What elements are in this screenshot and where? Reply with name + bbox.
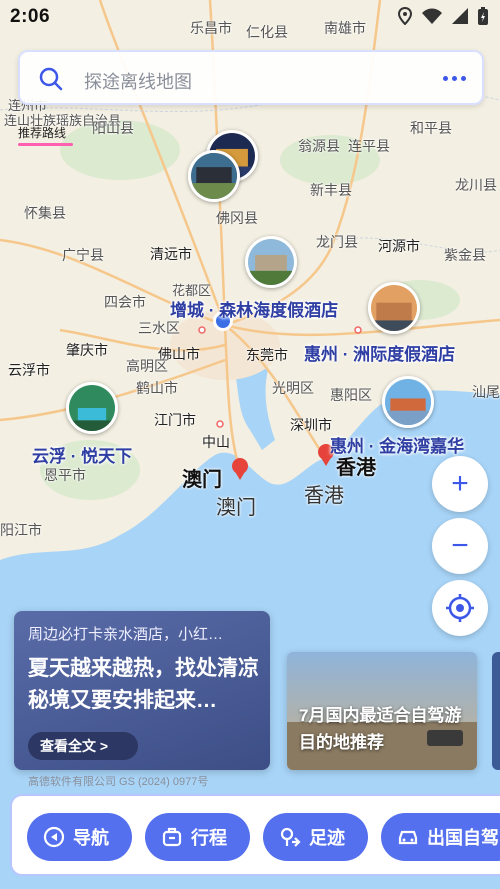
tab-recommended-routes[interactable]: 推荐路线 (18, 124, 73, 146)
city-label-macau-alt: 澳门 (216, 497, 256, 519)
map-label: 阳山县 (92, 120, 134, 136)
zoom-out-button[interactable]: − (432, 518, 488, 574)
map-label: 深圳市 (290, 417, 332, 433)
map-label: 龙川县 (455, 177, 497, 193)
article-card[interactable]: 周边必打卡亲水酒店，小红… 夏天越来越热，找处清凉秘境又要安排起来… 查看全文 … (14, 611, 270, 770)
map-label: 河源市 (378, 238, 420, 254)
map-label: 广宁县 (62, 247, 104, 263)
signal-icon (452, 8, 468, 24)
map-label: 四会市 (104, 294, 146, 310)
article-title: 夏天越来越热，找处清凉秘境又要安排起来… (28, 657, 259, 712)
footprint-button[interactable]: 足迹 (263, 813, 368, 861)
map-label: 东莞市 (246, 347, 288, 363)
city-label-hongkong-alt: 香港 (304, 485, 344, 507)
more-icon[interactable] (443, 76, 466, 81)
footprint-icon (280, 827, 301, 847)
map-label: 新丰县 (310, 182, 352, 198)
tab-label: 推荐路线 (18, 126, 67, 140)
map-label: 阳江市 (0, 522, 42, 538)
map-label: 清远市 (150, 246, 192, 262)
nav-label: 导航 (73, 828, 109, 848)
search-bar[interactable]: 探途离线地图 (18, 50, 484, 105)
map-label: 中山 (202, 434, 230, 450)
search-placeholder: 探途离线地图 (84, 72, 192, 92)
hotel-label[interactable]: 增城 · 森林海度假酒店 (170, 296, 338, 321)
car-icon (398, 830, 418, 845)
map-label: 乐昌市 (190, 20, 232, 36)
crosshair-icon (446, 594, 474, 622)
location-icon (398, 7, 412, 25)
article-card-2[interactable]: 7月国内最适合自驾游目的地推荐 (287, 652, 477, 770)
status-time: 2:06 (10, 6, 51, 27)
map-label: 龙门县 (316, 234, 358, 250)
hotel-label[interactable]: 惠州 · 金海湾嘉华 (330, 432, 464, 457)
map-label: 南雄市 (324, 20, 366, 36)
map-copyright: 高德软件有限公司 GS (2024) 0977号 (28, 776, 209, 788)
navigate-icon (43, 826, 65, 848)
trip-button[interactable]: 行程 (145, 813, 250, 861)
hotel-photo-marker[interactable] (368, 282, 420, 334)
map-label: 和平县 (410, 120, 452, 136)
map-label: 光明区 (272, 380, 314, 396)
map-label: 高明区 (126, 358, 168, 374)
footprint-label: 足迹 (309, 828, 345, 848)
map-label: 怀集县 (24, 205, 66, 221)
locate-button[interactable] (432, 580, 488, 636)
tab-indicator (18, 143, 73, 146)
status-icons (398, 7, 488, 25)
hotel-photo-marker[interactable] (188, 150, 240, 202)
hotel-photo-marker[interactable] (382, 376, 434, 428)
map-label: 汕尾 (472, 384, 500, 400)
map-label: 肇庆市 (66, 342, 108, 358)
search-icon (39, 67, 63, 91)
battery-icon (478, 7, 488, 25)
map-label: 连平县 (348, 138, 390, 154)
article-subtitle: 周边必打卡亲水酒店，小红… (28, 626, 224, 643)
city-label-macau: 澳门 (182, 469, 222, 491)
bottom-nav: 导航 行程 足迹 出国自驾 (10, 794, 500, 876)
map-label: 江门市 (154, 412, 196, 428)
map-label: 鹤山市 (136, 380, 178, 396)
map-label: 云浮市 (8, 362, 50, 378)
abroad-drive-button[interactable]: 出国自驾 (381, 813, 500, 861)
article-card-3-partial[interactable] (492, 652, 500, 770)
hotel-photo-marker[interactable] (66, 382, 118, 434)
hotel-label[interactable]: 云浮 · 悦天下 (32, 442, 132, 467)
zoom-in-button[interactable]: + (432, 456, 488, 512)
hotel-photo-marker[interactable] (245, 236, 297, 288)
map-label: 紫金县 (444, 247, 486, 263)
read-more-button[interactable]: 查看全文 > (28, 732, 138, 760)
abroad-drive-label: 出国自驾 (427, 828, 499, 848)
wifi-icon (422, 8, 442, 24)
nav-button[interactable]: 导航 (27, 813, 132, 861)
hotel-label[interactable]: 惠州 · 洲际度假酒店 (304, 340, 455, 365)
minus-icon: − (451, 529, 469, 562)
map-label: 仁化县 (246, 24, 288, 40)
article-title-2: 7月国内最适合自驾游目的地推荐 (299, 706, 462, 752)
map-label: 恩平市 (44, 467, 86, 483)
luggage-icon (162, 827, 182, 847)
trip-label: 行程 (191, 828, 227, 848)
map-label: 翁源县 (298, 138, 340, 154)
map-label: 佛冈县 (216, 210, 258, 226)
plus-icon: + (451, 467, 469, 500)
map-label: 惠阳区 (330, 387, 372, 403)
map-label: 三水区 (138, 320, 180, 336)
